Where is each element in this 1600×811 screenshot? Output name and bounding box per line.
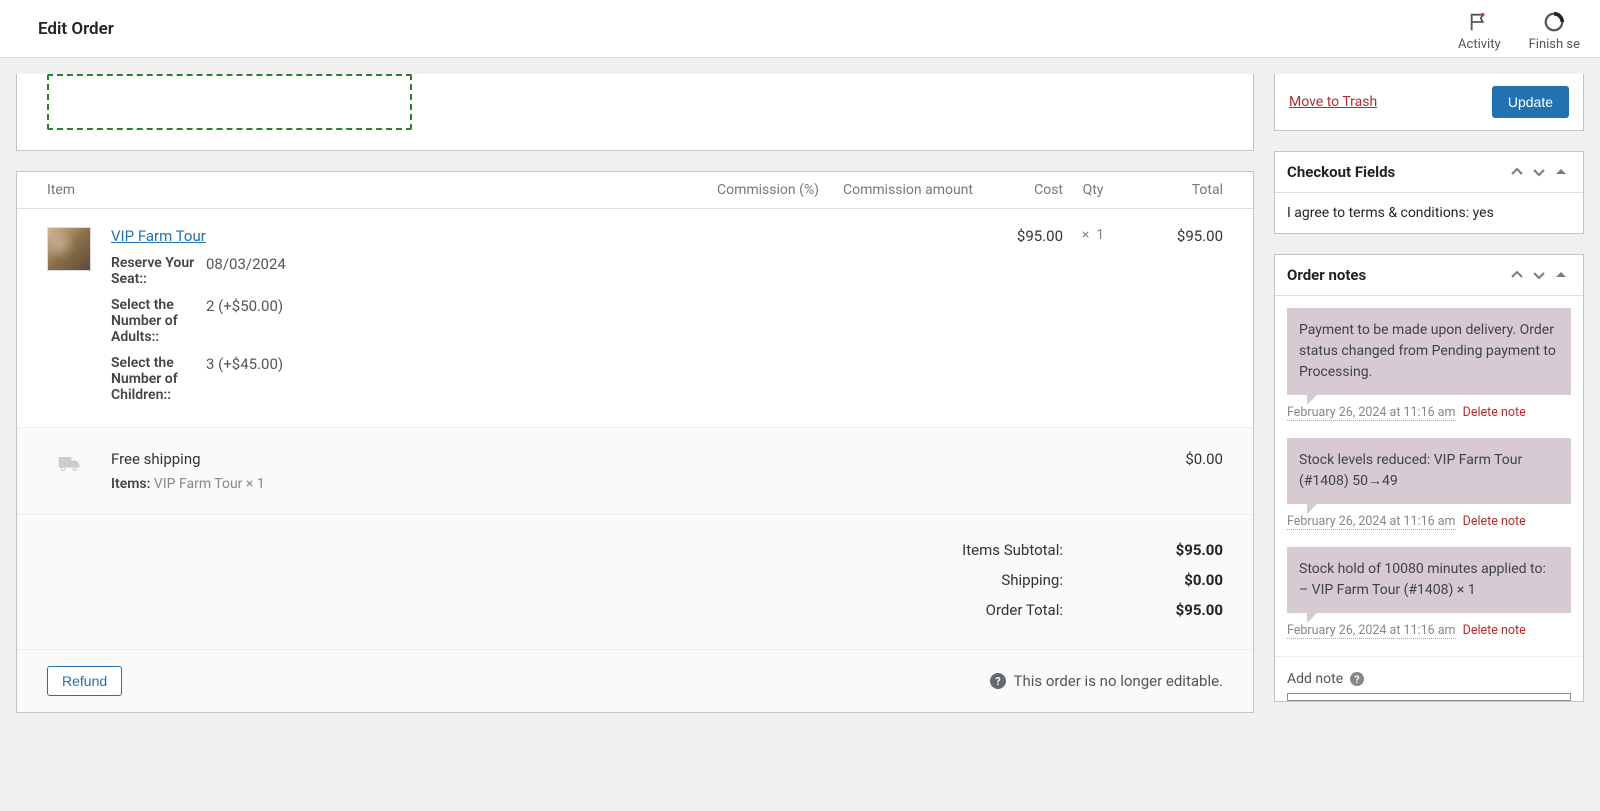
activity-button[interactable]: Activity [1458,11,1501,52]
topbar-actions: Activity Finish se [1458,5,1580,52]
progress-icon [1543,11,1565,33]
order-notes-panel: Order notes Payment to be made upon deli… [1274,254,1584,702]
help-icon[interactable]: ? [990,673,1006,689]
items-table-header: Item Commission (%) Commission amount Co… [17,172,1253,209]
meta-value: 08/03/2024 [206,255,286,273]
subtotal-value: $95.00 [1143,541,1223,559]
shipping-method-name: Free shipping [111,450,1123,468]
order-notes-title: Order notes [1287,266,1366,284]
move-up-button[interactable] [1507,162,1527,182]
move-down-button[interactable] [1529,265,1549,285]
shipping-label: Shipping: [1001,571,1063,589]
order-total-row: Order Total: $95.00 [47,595,1223,625]
activity-label: Activity [1458,37,1501,52]
order-total-value: $95.00 [1143,601,1223,619]
checkout-fields-panel: Checkout Fields I agree to terms & condi… [1274,151,1584,234]
help-icon[interactable]: ? [1349,671,1365,687]
not-editable-notice: ? This order is no longer editable. [990,672,1223,690]
note-date: February 26, 2024 at 11:16 am [1287,405,1456,421]
header-commission-pct: Commission (%) [703,182,833,198]
file-dropzone[interactable] [47,74,412,130]
shipping-items-label: Items: [111,476,150,492]
flag-icon [1468,11,1490,33]
checkout-fields-title: Checkout Fields [1287,163,1395,181]
finish-setup-button[interactable]: Finish se [1529,11,1580,52]
collapse-button[interactable] [1551,265,1571,285]
item-total: $95.00 [1123,227,1223,403]
order-note: Stock hold of 10080 minutes applied to: … [1287,547,1571,613]
update-button[interactable]: Update [1492,86,1569,118]
item-cost: $95.00 [983,227,1063,403]
delete-note-link[interactable]: Delete note [1463,405,1526,420]
shipping-items-value: VIP Farm Tour × 1 [154,476,265,492]
item-details: VIP Farm Tour Reserve Your Seat:: 08/03/… [111,227,703,403]
order-note: Payment to be made upon delivery. Order … [1287,308,1571,395]
delete-note-link[interactable]: Delete note [1463,623,1526,638]
item-qty: × 1 [1063,227,1123,403]
topbar: Edit Order Activity Finish se [0,0,1600,58]
meta-value: 2 (+$50.00) [206,297,283,315]
subtotal-row: Items Subtotal: $95.00 [47,535,1223,565]
add-note-label: Add note ? [1275,667,1583,687]
totals-section: Items Subtotal: $95.00 Shipping: $0.00 O… [17,515,1253,650]
order-total-label: Order Total: [986,601,1063,619]
add-note-input[interactable] [1287,693,1571,701]
subtotal-label: Items Subtotal: [962,541,1063,559]
svg-text:?: ? [995,675,1001,688]
page-title: Edit Order [38,19,114,39]
items-actions: Refund ? This order is no longer editabl… [17,650,1253,712]
svg-text:?: ? [1355,675,1360,686]
shipping-total: $0.00 [1123,450,1223,468]
dropzone-card [16,74,1254,151]
move-up-button[interactable] [1507,265,1527,285]
product-thumbnail[interactable] [47,227,91,271]
delete-note-link[interactable]: Delete note [1463,514,1526,529]
move-down-button[interactable] [1529,162,1549,182]
note-meta: February 26, 2024 at 11:16 am Delete not… [1275,617,1583,656]
note-meta: February 26, 2024 at 11:16 am Delete not… [1275,399,1583,438]
collapse-button[interactable] [1551,162,1571,182]
note-date: February 26, 2024 at 11:16 am [1287,623,1456,639]
header-item: Item [47,182,703,198]
shipping-row: Free shipping Items: VIP Farm Tour × 1 $… [17,428,1253,515]
checkout-fields-body: I agree to terms & conditions: yes [1275,193,1583,233]
publish-actions: Move to Trash Update [1274,74,1584,131]
move-to-trash-link[interactable]: Move to Trash [1289,94,1377,110]
note-date: February 26, 2024 at 11:16 am [1287,514,1456,530]
line-item-row: VIP Farm Tour Reserve Your Seat:: 08/03/… [17,209,1253,428]
header-commission-amt: Commission amount [833,182,983,198]
shipping-total-row: Shipping: $0.00 [47,565,1223,595]
header-total: Total [1123,182,1223,198]
order-items-panel: Item Commission (%) Commission amount Co… [16,171,1254,713]
meta-label: Select the Number of Children:: [111,355,196,403]
product-link[interactable]: VIP Farm Tour [111,227,206,245]
truck-icon [47,450,91,478]
shipping-value: $0.00 [1143,571,1223,589]
note-meta: February 26, 2024 at 11:16 am Delete not… [1275,508,1583,547]
meta-label: Select the Number of Adults:: [111,297,196,345]
finish-label: Finish se [1529,37,1580,52]
header-qty: Qty [1063,182,1123,198]
header-cost: Cost [983,182,1063,198]
refund-button[interactable]: Refund [47,666,122,696]
meta-value: 3 (+$45.00) [206,355,283,373]
meta-label: Reserve Your Seat:: [111,255,196,287]
order-note: Stock levels reduced: VIP Farm Tour (#14… [1287,438,1571,504]
